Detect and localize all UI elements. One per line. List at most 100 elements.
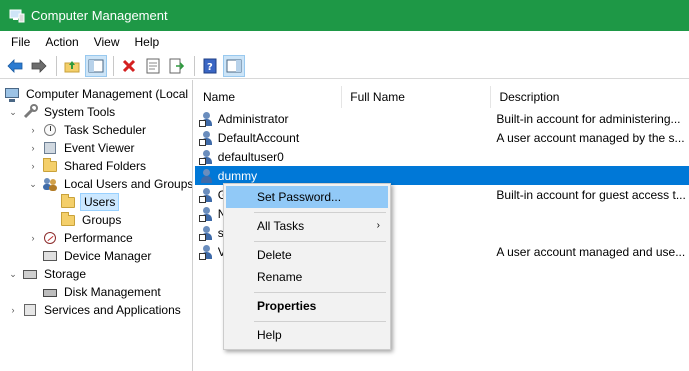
tree-item-local-users-and-groups[interactable]: ⌄ Local Users and Groups	[28, 175, 193, 193]
tree-item-device-manager[interactable]: Device Manager	[42, 247, 153, 265]
table-row[interactable]: defaultuser0	[195, 147, 689, 166]
user-name: Administrator	[217, 111, 289, 126]
user-description: Built-in account for guest access t...	[496, 187, 686, 202]
tree-item-label: Performance	[64, 231, 133, 245]
column-header-name[interactable]: Name	[195, 86, 343, 108]
menu-item-delete[interactable]: Delete	[226, 244, 388, 266]
menu-item-label: Delete	[257, 248, 292, 262]
storage-icon	[22, 266, 38, 282]
tree-item-label: Device Manager	[64, 249, 152, 263]
export-list-icon[interactable]	[166, 55, 188, 77]
menu-help[interactable]: Help	[128, 31, 168, 53]
chevron-down-icon[interactable]: ⌄	[28, 179, 38, 189]
menu-item-properties[interactable]: Properties	[226, 295, 388, 317]
user-icon	[199, 187, 215, 203]
user-name: DefaultAccount	[217, 130, 300, 145]
toolbar-separator	[194, 55, 195, 76]
up-folder-icon[interactable]	[61, 55, 83, 77]
folder-icon	[60, 212, 76, 228]
help-icon[interactable]: ?	[199, 55, 221, 77]
menu-item-help[interactable]: Help	[226, 324, 388, 346]
console-tree[interactable]: Computer Management (Local ⌄ System Tool…	[0, 80, 193, 371]
user-icon	[199, 244, 215, 260]
chevron-right-icon[interactable]: ›	[28, 143, 38, 153]
menu-bar: File Action View Help	[0, 31, 689, 53]
tree-item-label: Groups	[82, 213, 122, 227]
tree-item-label: Local Users and Groups	[64, 177, 193, 191]
toolbar: ?	[0, 53, 689, 79]
menu-item-label: Rename	[257, 270, 303, 284]
computer-icon	[4, 86, 20, 102]
properties-icon[interactable]	[142, 55, 164, 77]
table-row[interactable]: Administrator Built-in account for admin…	[195, 109, 689, 128]
user-icon	[199, 149, 215, 165]
tree-item-label: Computer Management (Local	[26, 87, 189, 101]
tree-item-users[interactable]: Users	[60, 193, 120, 211]
column-header-full-name[interactable]: Full Name	[342, 86, 492, 108]
show-hide-tree-icon[interactable]	[85, 54, 107, 77]
user-icon	[199, 130, 215, 146]
tree-item-groups[interactable]: Groups	[60, 211, 123, 229]
context-menu: Set Password... All Tasks › Delete Renam…	[223, 183, 391, 350]
menu-item-rename[interactable]: Rename	[226, 266, 388, 288]
menu-item-label: Help	[257, 328, 282, 342]
chevron-down-icon[interactable]: ⌄	[8, 269, 18, 279]
title-bar: Computer Management	[0, 0, 689, 31]
tree-item-event-viewer[interactable]: › Event Viewer	[28, 139, 136, 157]
delete-icon[interactable]	[118, 55, 140, 77]
menu-separator	[254, 292, 386, 293]
menu-separator	[254, 212, 386, 213]
tree-item-storage[interactable]: ⌄ Storage	[8, 265, 88, 283]
tools-icon	[22, 104, 38, 120]
tree-item-label: System Tools	[44, 105, 116, 119]
computer-management-icon	[9, 9, 25, 23]
tree-item-label: Shared Folders	[64, 159, 147, 173]
event-viewer-icon	[42, 140, 58, 156]
tree-item-system-tools[interactable]: ⌄ System Tools	[8, 103, 117, 121]
tree-item-task-scheduler[interactable]: › Task Scheduler	[28, 121, 148, 139]
tree-item-label: Services and Applications	[44, 303, 181, 317]
menu-file[interactable]: File	[0, 31, 38, 53]
tree-item-label: Event Viewer	[64, 141, 135, 155]
chevron-right-icon: ›	[376, 220, 380, 231]
menu-action[interactable]: Action	[38, 31, 86, 53]
svg-text:?: ?	[207, 62, 213, 73]
action-pane-icon[interactable]	[223, 54, 245, 77]
user-name: defaultuser0	[217, 149, 284, 164]
menu-item-all-tasks[interactable]: All Tasks ›	[226, 215, 388, 237]
list-header: Name Full Name Description	[195, 86, 689, 108]
user-description: A user account managed and use...	[496, 244, 686, 259]
user-icon	[199, 111, 215, 127]
chevron-right-icon[interactable]: ›	[28, 125, 38, 135]
user-name: dummy	[217, 168, 258, 183]
clock-icon	[42, 122, 58, 138]
forward-arrow-icon[interactable]	[28, 55, 50, 77]
shared-folder-icon	[42, 158, 58, 174]
tree-item-disk-management[interactable]: Disk Management	[42, 283, 163, 301]
chevron-right-icon[interactable]: ›	[8, 305, 18, 315]
table-row[interactable]: DefaultAccount A user account managed by…	[195, 128, 689, 147]
toolbar-separator	[56, 55, 57, 76]
tree-item-performance[interactable]: › Performance	[28, 229, 135, 247]
user-description: A user account managed by the s...	[496, 130, 685, 145]
performance-icon	[42, 230, 58, 246]
chevron-right-icon[interactable]: ›	[28, 161, 38, 171]
tree-item-shared-folders[interactable]: › Shared Folders	[28, 157, 148, 175]
tree-item-services-and-applications[interactable]: › Services and Applications	[8, 301, 183, 319]
window-title: Computer Management	[31, 8, 168, 23]
tree-item-computer-management[interactable]: Computer Management (Local	[4, 85, 190, 103]
chevron-right-icon[interactable]: ›	[28, 233, 38, 243]
column-header-description[interactable]: Description	[491, 86, 689, 108]
users-groups-icon	[42, 176, 58, 192]
tree-item-label: Storage	[44, 267, 87, 281]
back-arrow-icon[interactable]	[4, 55, 26, 77]
user-icon	[199, 225, 215, 241]
chevron-down-icon[interactable]: ⌄	[8, 107, 18, 117]
menu-item-set-password[interactable]: Set Password...	[226, 186, 388, 208]
menu-view[interactable]: View	[87, 31, 128, 53]
menu-separator	[254, 321, 386, 322]
tree-item-label: Disk Management	[64, 285, 161, 299]
menu-item-label: All Tasks	[257, 219, 305, 233]
services-icon	[22, 302, 38, 318]
tree-item-label: Task Scheduler	[64, 123, 147, 137]
